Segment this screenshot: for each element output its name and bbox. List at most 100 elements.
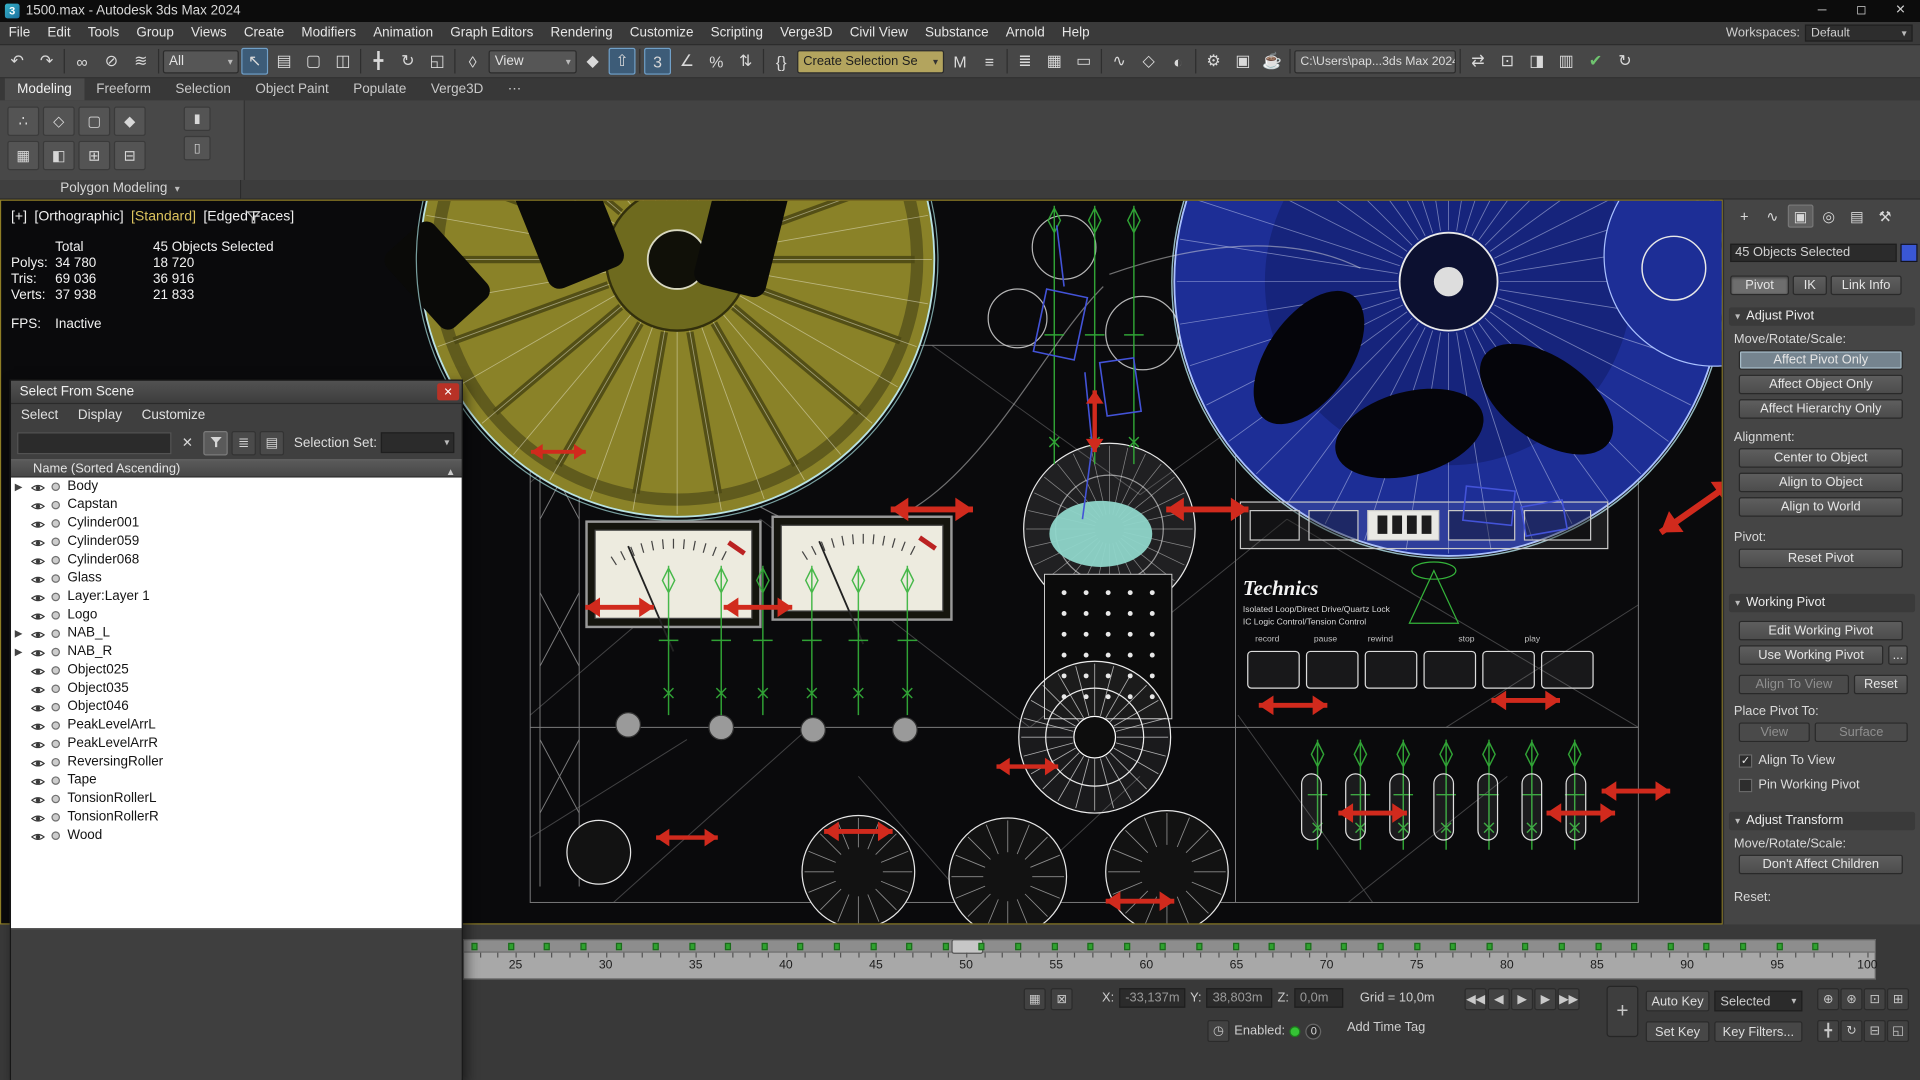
named-selection-combo[interactable]: Create Selection Se▾ (797, 50, 944, 73)
render-production-icon[interactable]: ☕ (1259, 48, 1286, 75)
rectangular-selection-region-icon[interactable]: ▢ (300, 48, 327, 75)
menu-item[interactable]: Rendering (542, 21, 621, 44)
edit-working-pivot-button[interactable]: Edit Working Pivot (1739, 621, 1903, 641)
PeakLevelArrL[interactable]: ▶ PeakLevelArrL (11, 716, 462, 734)
display-tab[interactable]: ▤ (1844, 204, 1870, 227)
transform-typein-icon[interactable]: ▦ (1024, 988, 1046, 1010)
object-name[interactable]: Glass (67, 569, 101, 587)
maximize-viewport-icon[interactable]: ◱ (1887, 1020, 1909, 1042)
display-toggle-icon[interactable]: ◨ (1523, 48, 1550, 75)
auto-key-button[interactable]: Auto Key (1646, 991, 1710, 1012)
menu-item[interactable]: Animation (365, 21, 442, 44)
object-name[interactable]: Wood (67, 827, 102, 845)
angle-snap-icon[interactable]: ∠ (673, 48, 700, 75)
Object025[interactable]: ▶ Object025 (11, 661, 462, 679)
align-icon[interactable]: ≡ (976, 48, 1003, 75)
selection-lock-icon[interactable]: ⊠ (1051, 988, 1073, 1010)
tab-verge3d[interactable]: Verge3D (419, 78, 496, 100)
preview-selection-icon[interactable]: ◧ (43, 141, 75, 170)
zoom-extents-icon[interactable]: ⊡ (1864, 988, 1886, 1010)
object-name[interactable]: Layer:Layer 1 (67, 588, 149, 606)
menu-item[interactable]: Substance (916, 21, 997, 44)
PeakLevelArrR[interactable]: ▶ PeakLevelArrR (11, 735, 462, 753)
edge-mode-icon[interactable]: ◇ (43, 107, 75, 136)
object-name[interactable]: TonsionRollerL (67, 790, 156, 808)
select-and-rotate-icon[interactable]: ↻ (394, 48, 421, 75)
window-crossing-icon[interactable]: ◫ (329, 48, 356, 75)
list-sort-header[interactable]: Name (Sorted Ascending) ▲ (11, 459, 462, 477)
tab-freeform[interactable]: Freeform (84, 78, 163, 100)
expand-arrow-icon[interactable]: ▶ (15, 624, 23, 642)
orbit-icon[interactable]: ↻ (1840, 1020, 1862, 1042)
viewport-pov-menu[interactable]: [+] (11, 209, 27, 224)
z-coordinate-field[interactable]: 0,0m (1294, 988, 1343, 1008)
tab-populate[interactable]: Populate (341, 78, 419, 100)
select-and-manipulate-icon[interactable]: ◆ (579, 48, 606, 75)
dialog-close-button[interactable]: ✕ (437, 383, 459, 400)
shrink-selection-icon[interactable]: ⊟ (114, 141, 146, 170)
bind-to-space-warp-icon[interactable]: ≋ (127, 48, 154, 75)
rollout-working-pivot[interactable]: ▾Working Pivot (1729, 594, 1915, 612)
Cylinder059[interactable]: ▶ Cylinder059 (11, 533, 462, 551)
working-pivot-options-button[interactable]: ... (1888, 645, 1908, 665)
scene-explorer-icon[interactable]: ▦ (1041, 48, 1068, 75)
mirror-icon[interactable]: M (947, 48, 974, 75)
object-name-field[interactable]: 45 Objects Selected (1730, 244, 1897, 262)
use-working-pivot-button[interactable]: Use Working Pivot (1739, 645, 1883, 665)
border-mode-icon[interactable]: ▢ (78, 107, 110, 136)
menu-item[interactable]: Civil View (841, 21, 916, 44)
select-and-move-icon[interactable]: ╋ (365, 48, 392, 75)
viewport-shading-menu[interactable]: [Standard] (131, 209, 196, 224)
edit-named-selections-icon[interactable]: {} (768, 48, 795, 75)
object-name[interactable]: Object025 (67, 661, 128, 679)
scene-converter-icon[interactable]: ⇄ (1464, 48, 1491, 75)
percent-snap-icon[interactable]: % (703, 48, 730, 75)
spinner-snap-icon[interactable]: ⇅ (732, 48, 759, 75)
object-name[interactable]: Capstan (67, 496, 117, 514)
menu-item[interactable]: Tools (79, 21, 128, 44)
Cylinder001[interactable]: ▶ Cylinder001 (11, 514, 462, 532)
menu-item[interactable]: Edit (39, 21, 79, 44)
tab-selection[interactable]: Selection (163, 78, 243, 100)
ik-mode-button[interactable]: IK (1793, 276, 1827, 296)
reset-working-pivot-button[interactable]: Reset (1854, 675, 1908, 695)
isolate-selection-icon[interactable]: ⊡ (1494, 48, 1521, 75)
Logo[interactable]: ▶ Logo (11, 606, 462, 624)
timeline-ruler[interactable]: 253035404550556065707580859095100 (463, 939, 1876, 979)
set-key-button[interactable]: Set Key (1646, 1021, 1710, 1042)
menu-item[interactable]: Arnold (997, 21, 1053, 44)
affect-object-only-button[interactable]: Affect Object Only (1739, 375, 1903, 395)
dialog-selection-set-dropdown[interactable]: ▾ (381, 432, 454, 453)
align-to-view-checkbox[interactable]: ✓Align To View (1739, 753, 1835, 768)
select-by-name-icon[interactable]: ▤ (271, 48, 298, 75)
polygon-mode-icon[interactable]: ◆ (114, 107, 146, 136)
object-name[interactable]: PeakLevelArrL (67, 716, 155, 734)
Tape[interactable]: ▶ Tape (11, 771, 462, 789)
object-name[interactable]: Object035 (67, 680, 128, 698)
previous-frame-icon[interactable]: ◀ (1488, 988, 1510, 1010)
tab-object-paint[interactable]: Object Paint (243, 78, 341, 100)
rollout-adjust-transform[interactable]: ▾Adjust Transform (1729, 812, 1915, 830)
ring-select-icon[interactable]: ▯ (184, 136, 211, 160)
next-frame-icon[interactable]: ▶ (1534, 988, 1556, 1010)
menu-item[interactable]: File (0, 21, 39, 44)
Cylinder068[interactable]: ▶ Cylinder068 (11, 551, 462, 569)
dialog-menu-item[interactable]: Display (68, 408, 132, 423)
unlink-selection-icon[interactable]: ⊘ (98, 48, 125, 75)
maximize-button[interactable]: ◻ (1842, 0, 1881, 22)
place-pivot-surface-button[interactable]: Surface (1815, 722, 1908, 742)
menu-item[interactable]: Group (128, 21, 183, 44)
polygon-modeling-section[interactable]: Polygon Modeling ▾ (0, 180, 241, 200)
hierarchy-tab[interactable]: ▣ (1788, 204, 1814, 227)
menu-item[interactable]: Help (1053, 21, 1098, 44)
expand-arrow-icon[interactable]: ▶ (15, 478, 23, 496)
rendered-frame-icon[interactable]: ▣ (1229, 48, 1256, 75)
affect-hierarchy-only-button[interactable]: Affect Hierarchy Only (1739, 399, 1903, 419)
scene-check-icon[interactable]: ✔ (1582, 48, 1609, 75)
project-folder-field[interactable]: C:\Users\pap...3ds Max 2024 (1294, 50, 1456, 73)
keyboard-override-icon[interactable]: ⇧ (609, 48, 636, 75)
render-setup-icon[interactable]: ⚙ (1200, 48, 1227, 75)
add-time-tag[interactable]: Add Time Tag (1347, 1020, 1425, 1035)
minimize-button[interactable]: ─ (1802, 0, 1841, 22)
display-mode-icon[interactable]: ≣ (231, 430, 255, 454)
